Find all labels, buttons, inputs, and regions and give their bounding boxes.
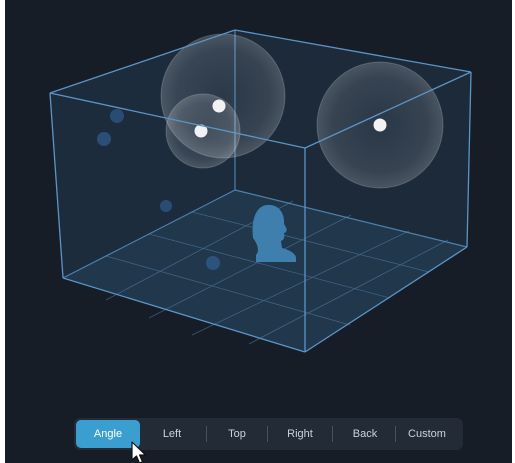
source-dot-4[interactable]	[206, 256, 220, 270]
view-custom-button[interactable]: Custom	[404, 420, 450, 448]
view-back-button[interactable]: Back	[347, 420, 383, 448]
app-window: Angle Left Top Right Back Custom	[5, 0, 512, 463]
view-right-button[interactable]: Right	[282, 420, 318, 448]
view-left-button[interactable]: Left	[156, 420, 188, 448]
source-dot-3[interactable]	[160, 200, 172, 212]
view-top-button[interactable]: Top	[221, 420, 253, 448]
toolbar-separator	[332, 426, 333, 442]
3d-viewport[interactable]	[5, 0, 512, 415]
source-dot-2[interactable]	[97, 132, 111, 146]
source-center-3[interactable]	[373, 118, 387, 132]
source-dot-1[interactable]	[110, 109, 124, 123]
source-center-1[interactable]	[212, 99, 226, 113]
toolbar-separator	[267, 426, 268, 442]
toolbar-separator	[395, 426, 396, 442]
arrow-cursor-icon	[131, 441, 147, 463]
toolbar-separator	[206, 426, 207, 442]
